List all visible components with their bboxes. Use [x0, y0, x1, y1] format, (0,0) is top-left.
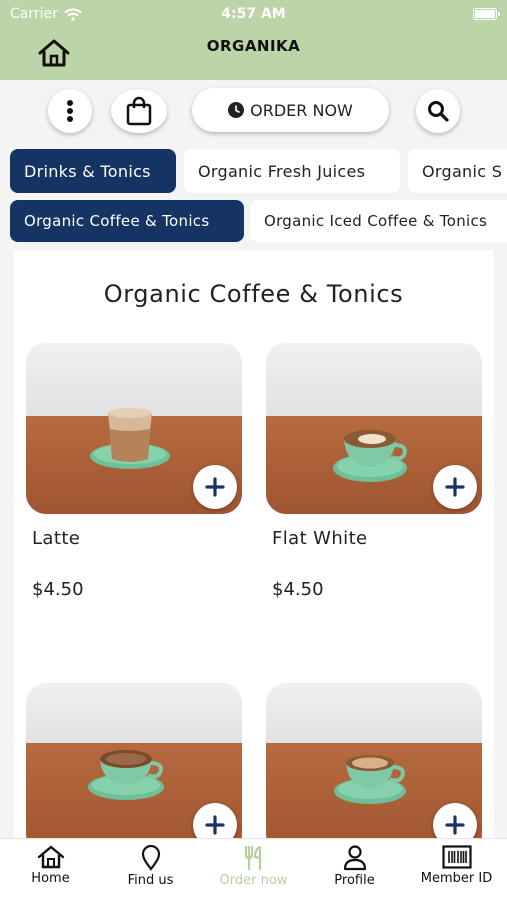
- product-price: $4.50: [272, 579, 324, 600]
- status-time: 4:57 AM: [221, 6, 286, 22]
- product-image[interactable]: [266, 343, 482, 514]
- product-name: Flat White: [272, 528, 368, 549]
- clock-icon: [228, 102, 245, 118]
- chip-label: Organic Coffee & Tonics: [24, 212, 210, 230]
- category-chip-drinks-tonics[interactable]: Drinks & Tonics: [10, 149, 176, 193]
- battery-icon: [473, 8, 500, 20]
- status-bar: Carrier 4:57 AM: [0, 6, 507, 24]
- tab-order-now[interactable]: Order now: [203, 845, 304, 897]
- order-now-label: ORDER NOW: [250, 100, 353, 120]
- tab-label: Member ID: [420, 871, 493, 886]
- tab-label: Home: [31, 871, 70, 886]
- cart-button[interactable]: [111, 89, 167, 133]
- category-chip-organic-fresh-juices[interactable]: Organic Fresh Juices: [184, 149, 400, 193]
- tab-label: Profile: [334, 873, 375, 888]
- location-pin-icon: [141, 845, 160, 871]
- subcategory-chip-organic-coffee-tonics[interactable]: Organic Coffee & Tonics: [10, 200, 244, 242]
- user-icon: [343, 845, 366, 871]
- tab-home[interactable]: Home: [0, 845, 101, 897]
- product-image[interactable]: [266, 683, 482, 854]
- plus-icon: [205, 815, 225, 835]
- tab-member-id[interactable]: Member ID: [406, 845, 507, 897]
- product-card-latte[interactable]: Latte $4.50: [26, 343, 242, 600]
- tab-label: Find us: [127, 873, 174, 888]
- shopping-bag-icon: [126, 96, 152, 126]
- product-image[interactable]: [26, 343, 242, 514]
- search-icon: [428, 101, 449, 122]
- chip-label: Organic Iced Coffee & Tonics: [264, 212, 488, 230]
- tab-label: Order now: [219, 873, 288, 888]
- product-card-flat-white[interactable]: Flat White $4.50: [266, 343, 482, 600]
- chip-label: Organic Fresh Juices: [198, 161, 366, 181]
- brand-title: ORGANIKA: [206, 37, 301, 55]
- cutlery-icon: [244, 845, 261, 871]
- subcategory-tabs: Organic Coffee & Tonics Organic Iced Cof…: [0, 200, 507, 242]
- app-header: Carrier 4:57 AM ORGANIKA: [0, 0, 507, 80]
- category-chip-organic-s[interactable]: Organic S: [408, 149, 507, 193]
- home-icon: [37, 845, 64, 869]
- barcode-icon: [441, 845, 472, 869]
- order-now-button[interactable]: ORDER NOW: [192, 88, 389, 132]
- bottom-tab-bar: Home Find us Order now Profile Member ID: [0, 838, 507, 900]
- chip-label: Organic S: [422, 161, 503, 181]
- subcategory-chip-organic-iced-coffee-tonics[interactable]: Organic Iced Coffee & Tonics: [250, 200, 507, 242]
- add-to-cart-button[interactable]: [193, 465, 237, 509]
- add-to-cart-button[interactable]: [433, 465, 477, 509]
- more-options-button[interactable]: [48, 89, 92, 133]
- chip-label: Drinks & Tonics: [24, 161, 151, 181]
- product-name: Latte: [32, 528, 81, 549]
- product-price: $4.50: [32, 579, 84, 600]
- tab-profile[interactable]: Profile: [304, 845, 405, 897]
- plus-icon: [205, 477, 225, 497]
- vertical-dots-icon: [67, 100, 73, 122]
- plus-icon: [445, 477, 465, 497]
- plus-icon: [445, 815, 465, 835]
- tab-find-us[interactable]: Find us: [100, 845, 201, 897]
- category-tabs: Drinks & Tonics Organic Fresh Juices Org…: [0, 149, 507, 193]
- product-image[interactable]: [26, 683, 242, 854]
- section-title: Organic Coffee & Tonics: [103, 280, 404, 308]
- search-button[interactable]: [416, 89, 460, 133]
